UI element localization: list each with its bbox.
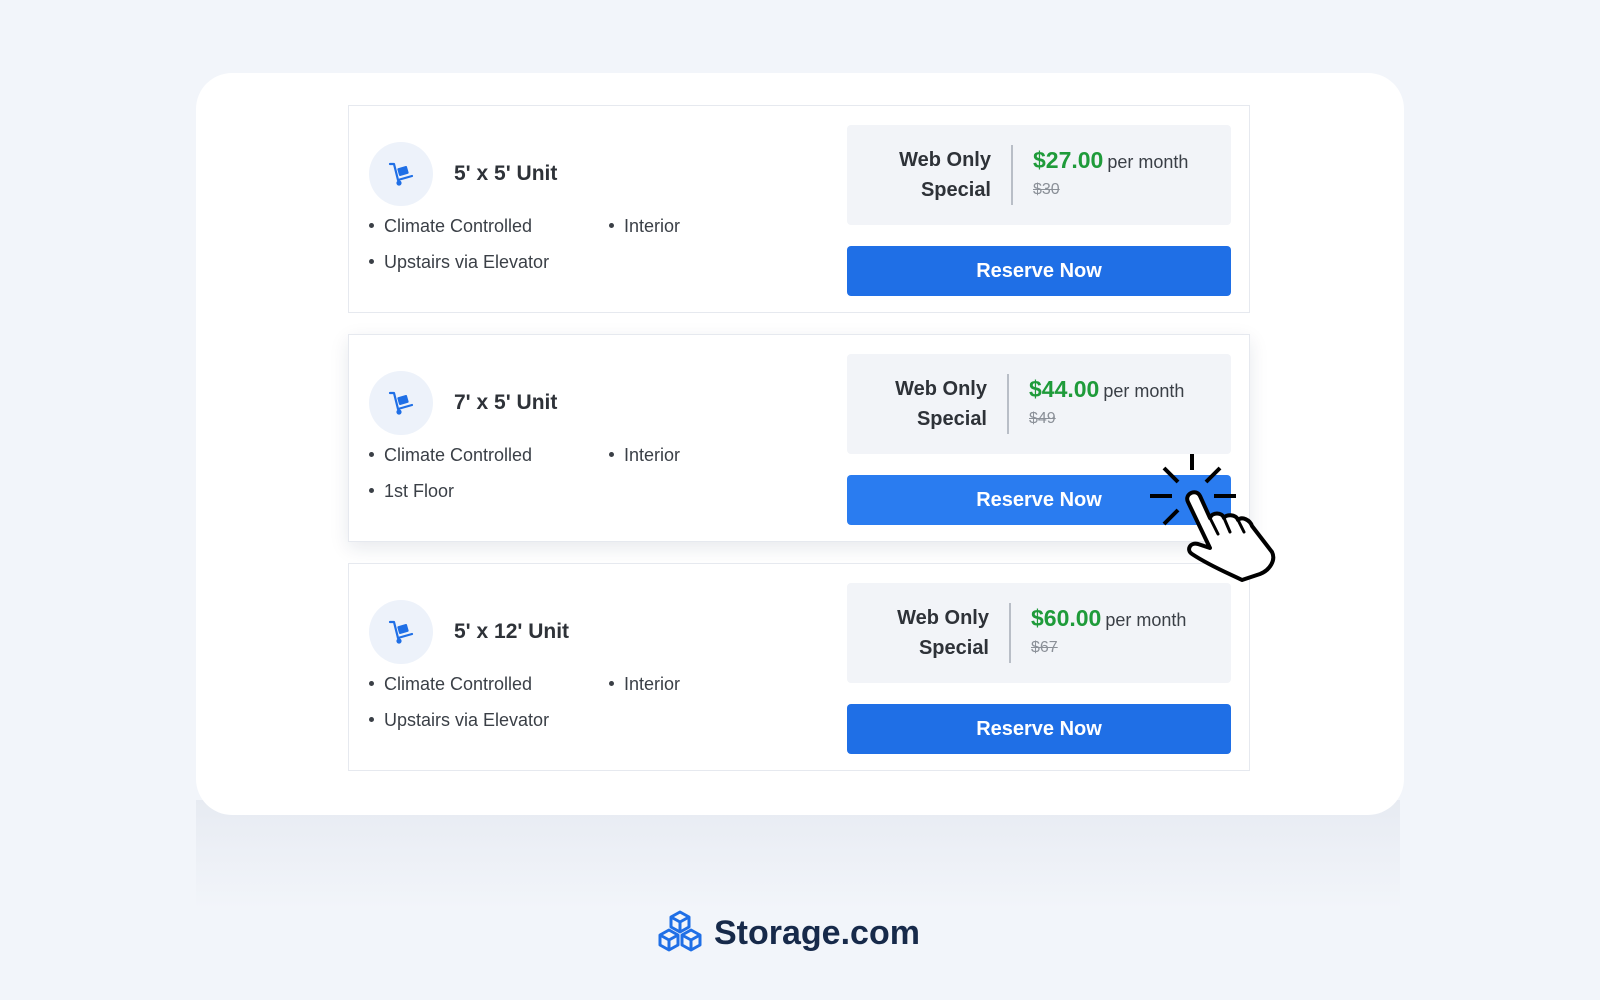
special-label-line-1: Web Only bbox=[899, 149, 991, 171]
unit-card: 5' x 5' Unit Climate Controlled Interior… bbox=[348, 105, 1250, 313]
feature-item: 1st Floor bbox=[369, 481, 454, 502]
original-price: $30 bbox=[1033, 181, 1060, 198]
web-only-special-label: Web Only Special bbox=[859, 603, 989, 663]
price-box: Web Only Special $60.00 per month $67 bbox=[847, 583, 1231, 683]
unit-title: 7' x 5' Unit bbox=[454, 391, 558, 414]
special-label-line-1: Web Only bbox=[897, 607, 989, 629]
price-divider bbox=[1007, 374, 1009, 434]
unit-card: 7' x 5' Unit Climate Controlled Interior… bbox=[348, 334, 1250, 542]
unit-title: 5' x 5' Unit bbox=[454, 162, 558, 185]
unit-card: 5' x 12' Unit Climate Controlled Interio… bbox=[348, 563, 1250, 771]
feature-item: Interior bbox=[609, 445, 680, 466]
hand-truck-icon bbox=[369, 600, 433, 664]
web-only-special-label: Web Only Special bbox=[857, 374, 987, 434]
price-line: $60.00 per month bbox=[1031, 605, 1186, 632]
feature-item: Interior bbox=[609, 674, 680, 695]
unit-list-panel: 5' x 5' Unit Climate Controlled Interior… bbox=[196, 73, 1404, 815]
feature-item: Climate Controlled bbox=[369, 216, 532, 237]
price-divider bbox=[1011, 145, 1013, 205]
brand-name: Storage.com bbox=[714, 913, 920, 952]
feature-item: Climate Controlled bbox=[369, 445, 532, 466]
reserve-now-button[interactable]: Reserve Now bbox=[847, 246, 1231, 296]
feature-list: Climate Controlled Interior Upstairs via… bbox=[369, 214, 789, 294]
current-price: $27.00 bbox=[1033, 147, 1104, 173]
special-label-line-2: Special bbox=[920, 179, 991, 201]
hand-truck-icon bbox=[369, 371, 433, 435]
feature-item: Interior bbox=[609, 216, 680, 237]
stacked-cubes-logo-icon bbox=[658, 910, 702, 952]
original-price: $49 bbox=[1029, 410, 1056, 427]
brand-logo: Storage.com bbox=[656, 908, 920, 958]
original-price: $67 bbox=[1031, 639, 1058, 656]
feature-item: Climate Controlled bbox=[369, 674, 532, 695]
feature-list: Climate Controlled Interior Upstairs via… bbox=[369, 672, 789, 752]
special-label-line-2: Special bbox=[916, 408, 987, 430]
feature-item: Upstairs via Elevator bbox=[369, 710, 549, 731]
price-box: Web Only Special $27.00 per month $30 bbox=[847, 125, 1231, 225]
price-period: per month bbox=[1103, 381, 1185, 401]
current-price: $60.00 bbox=[1031, 605, 1102, 631]
price-period: per month bbox=[1107, 152, 1189, 172]
panel-reflection bbox=[196, 800, 1400, 910]
web-only-special-label: Web Only Special bbox=[861, 145, 991, 205]
special-label-line-2: Special bbox=[918, 637, 989, 659]
unit-title: 5' x 12' Unit bbox=[454, 620, 570, 643]
current-price: $44.00 bbox=[1029, 376, 1100, 402]
hand-truck-icon bbox=[369, 142, 433, 206]
price-box: Web Only Special $44.00 per month $49 bbox=[847, 354, 1231, 454]
special-label-line-1: Web Only bbox=[895, 378, 987, 400]
price-line: $27.00 per month bbox=[1033, 147, 1188, 174]
reserve-now-button[interactable]: Reserve Now bbox=[847, 704, 1231, 754]
click-hand-cursor-icon bbox=[1150, 454, 1276, 582]
price-line: $44.00 per month bbox=[1029, 376, 1184, 403]
feature-list: Climate Controlled Interior 1st Floor bbox=[369, 443, 789, 523]
feature-item: Upstairs via Elevator bbox=[369, 252, 549, 273]
price-divider bbox=[1009, 603, 1011, 663]
price-period: per month bbox=[1105, 610, 1187, 630]
